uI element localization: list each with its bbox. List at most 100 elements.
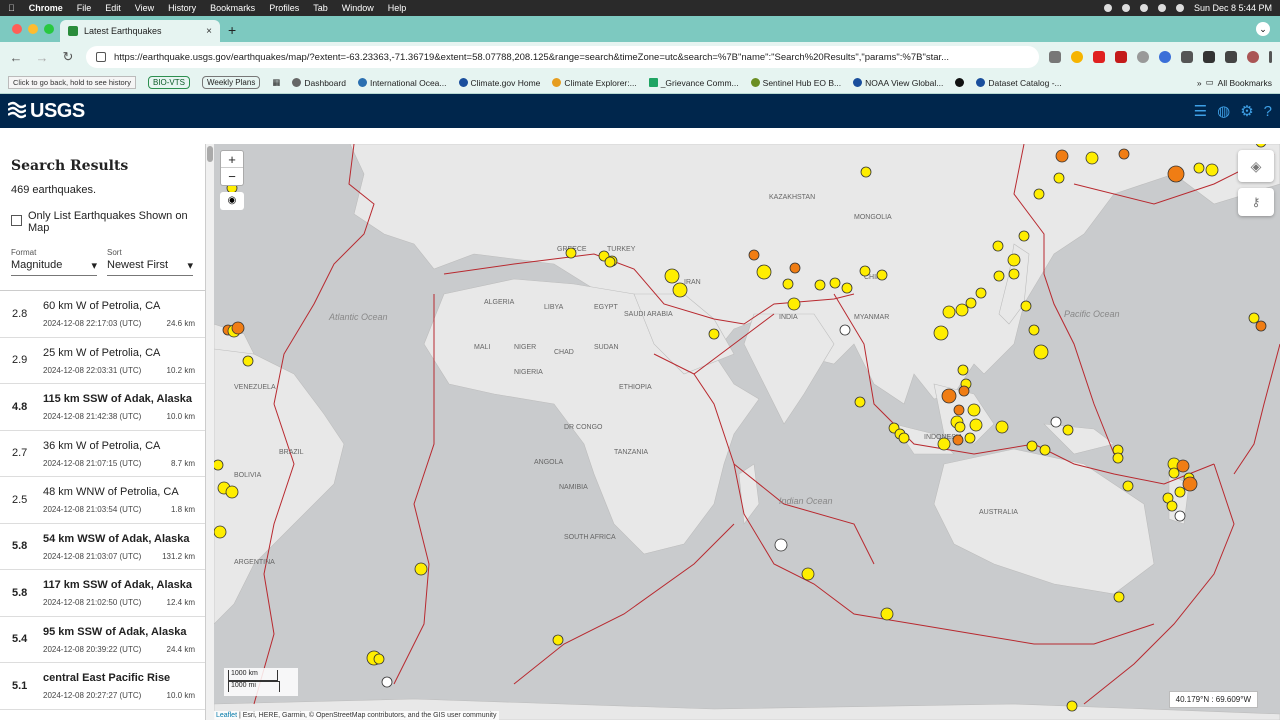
earthquake-marker[interactable] [1122,480,1134,492]
menu-edit[interactable]: Edit [105,3,121,13]
earthquake-marker[interactable] [958,385,970,397]
list-icon[interactable]: ☰ [1194,102,1207,120]
earthquake-marker[interactable] [774,538,788,552]
clock[interactable]: Sun Dec 8 5:44 PM [1194,3,1272,13]
earthquake-marker[interactable] [814,279,826,291]
earthquake-list-item[interactable]: 5.8 117 km SSW of Adak, Alaska 2024-12-08 … [0,570,205,617]
earthquake-marker[interactable] [965,297,977,309]
extension-blue-icon[interactable] [1159,51,1171,63]
only-list-option[interactable]: Only List Earthquakes Shown on Map [11,210,205,234]
profile-avatar[interactable] [1247,51,1259,63]
new-tab-button[interactable]: + [228,22,236,38]
earthquake-marker[interactable] [967,403,981,417]
earthquake-marker[interactable] [231,321,245,335]
earthquake-marker[interactable] [954,421,966,433]
earthquake-marker[interactable] [225,485,239,499]
bookmark-dataset-catalog[interactable]: Dataset Catalog -... [976,78,1062,88]
earthquake-marker[interactable] [975,287,987,299]
battery-icon[interactable] [1139,4,1148,12]
apple-icon[interactable]:  [8,3,15,13]
earthquake-marker[interactable] [1205,163,1219,177]
earthquake-marker[interactable] [787,297,801,311]
more-menu-icon[interactable] [1269,51,1272,63]
bookmark-grievance[interactable]: _Grievance Comm... [648,78,739,88]
help-icon[interactable]: ? [1264,103,1272,120]
earthquake-marker[interactable] [1033,188,1045,200]
earthquake-marker[interactable] [876,269,888,281]
earthquake-list-item[interactable]: 4.8 115 km SSW of Adak, Alaska 2024-12-08 … [0,384,205,431]
earthquake-marker[interactable] [1112,452,1124,464]
menu-view[interactable]: View [135,3,154,13]
earthquake-marker[interactable] [969,418,983,432]
menu-help[interactable]: Help [388,3,407,13]
only-list-checkbox[interactable] [11,215,22,226]
earthquake-marker[interactable] [841,282,853,294]
sort-select[interactable]: Sort Newest First ▾ [107,248,193,276]
earthquake-marker[interactable] [1168,467,1180,479]
earthquake-marker[interactable] [1018,230,1030,242]
extension-pdf-icon[interactable] [1115,51,1127,63]
earthquake-marker[interactable] [672,282,688,298]
earthquake-marker[interactable] [898,432,910,444]
earthquake-marker[interactable] [1039,444,1051,456]
earthquake-marker[interactable] [789,262,801,274]
bookmark-dashboard[interactable]: Dashboard [292,78,346,88]
close-window-button[interactable] [12,24,22,34]
earthquake-marker[interactable] [952,434,964,446]
format-select[interactable]: Format Magnitude ▾ [11,248,97,276]
settings-gear-icon[interactable]: ⚙ [1240,102,1253,120]
bookmark-noaa-view[interactable]: NOAA View Global... [853,78,943,88]
all-bookmarks[interactable]: » ▭ All Bookmarks [1197,77,1272,88]
earthquake-marker[interactable] [941,388,957,404]
earthquake-marker[interactable] [381,676,393,688]
earthquake-marker[interactable] [993,270,1005,282]
earthquake-marker[interactable] [1007,253,1021,267]
bookmark-climate-gov[interactable]: Climate.gov Home [458,78,540,88]
earthquake-marker[interactable] [1248,312,1260,324]
search-icon[interactable] [1175,4,1184,12]
usgs-logo[interactable]: USGS [8,100,85,123]
earthquake-marker[interactable] [552,634,564,646]
earthquake-marker[interactable] [664,268,680,284]
close-tab-icon[interactable]: × [206,26,212,37]
chevron-double-right-icon[interactable]: » [1197,78,1202,88]
sidebar-scrollbar[interactable] [206,144,214,720]
legend-button[interactable]: ⚷ [1238,188,1274,216]
menu-app-chrome[interactable]: Chrome [29,3,63,13]
earthquake-marker[interactable] [1085,151,1099,165]
bookmark-international-ocean[interactable]: International Ocea... [357,78,447,88]
earthquake-marker[interactable] [801,567,815,581]
earthquake-marker[interactable] [1020,300,1032,312]
world-map[interactable]: KAZAKHSTANMONGOLIATURKEYGREECEIRANCHINAA… [214,144,1280,720]
earthquake-marker[interactable] [1008,268,1020,280]
earthquake-marker[interactable] [1167,165,1185,183]
bookmark-climate-explorer[interactable]: Climate Explorer:... [552,78,637,88]
tab-search-chevron-icon[interactable]: ⌄ [1256,22,1270,36]
earthquake-marker[interactable] [839,324,851,336]
wifi-icon[interactable] [1157,4,1166,12]
earthquake-marker[interactable] [604,256,616,268]
earthquake-marker[interactable] [955,303,969,317]
reload-button[interactable]: ↻ [60,49,76,65]
tab-latest-earthquakes[interactable]: Latest Earthquakes × [60,20,220,42]
earthquake-marker[interactable] [1033,344,1049,360]
earthquake-marker[interactable] [933,325,949,341]
earthquake-marker[interactable] [373,653,385,665]
earthquake-marker[interactable] [782,278,794,290]
bookmark-star-icon[interactable] [1071,51,1083,63]
reading-list-icon[interactable] [1225,51,1237,63]
earthquake-marker[interactable] [995,420,1009,434]
earthquake-marker[interactable] [1113,591,1125,603]
record-icon[interactable] [1103,4,1112,12]
world-view-button[interactable]: ◉ [220,192,244,210]
apps-grid-icon[interactable]: ▦ [272,77,280,88]
globe-icon[interactable]: ◍ [1217,102,1230,120]
earthquake-marker[interactable] [1174,486,1186,498]
earthquake-marker[interactable] [214,525,227,539]
earthquake-list-item[interactable]: 2.8 60 km W of Petrolia, CA 2024-12-08 22:… [0,291,205,338]
earthquake-marker[interactable] [937,437,951,451]
earthquake-marker[interactable] [942,305,956,319]
earthquake-marker[interactable] [1193,162,1205,174]
earthquake-list-item[interactable]: 2.9 25 km W of Petrolia, CA 2024-12-08 22:… [0,338,205,384]
earthquake-marker[interactable] [829,277,841,289]
